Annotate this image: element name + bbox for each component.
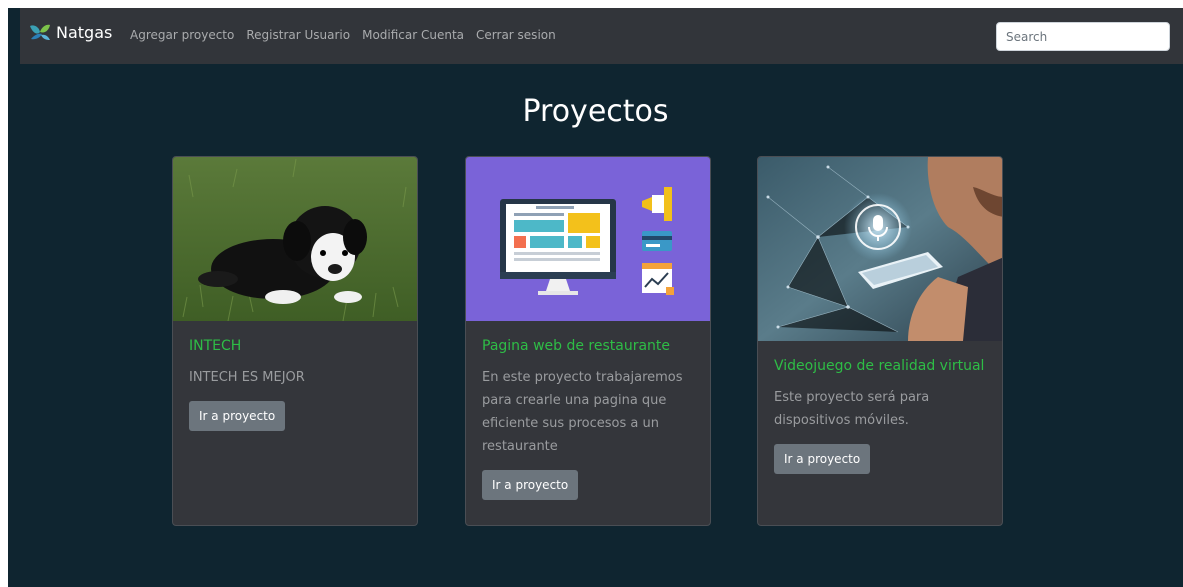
page-title: Proyectos [522,94,669,129]
search-input[interactable] [996,22,1170,51]
web-design-illustration [466,157,710,321]
page: Natgas Agregar proyecto Registrar Usuari… [8,8,1183,587]
nav-link-cerrar-sesion[interactable]: Cerrar sesion [476,28,556,42]
card-description: Este proyecto será para dispositivos móv… [774,390,930,428]
card-title: Pagina web de restaurante [482,338,671,354]
brand-name: Natgas [56,22,113,42]
nav-link-agregar-proyecto[interactable]: Agregar proyecto [130,28,234,42]
brand[interactable]: Natgas [28,22,112,42]
nav-link-modificar-cuenta[interactable]: Modificar Cuenta [362,28,464,42]
card-body: Pagina web de restaurante En este proyec… [482,337,696,500]
ir-a-proyecto-button[interactable]: Ir a proyecto [774,444,871,474]
natgas-logo-icon [30,24,50,40]
project-card-videojuego: Videojuego de realidad virtual Este proy… [757,156,1003,526]
voice-assistant-phone-photo [758,157,1002,341]
nav-link-registrar-usuario[interactable]: Registrar Usuario [246,28,350,42]
puppy-on-grass-photo [173,157,417,321]
ir-a-proyecto-button[interactable]: Ir a proyecto [189,401,286,431]
nav-links: Agregar proyecto Registrar Usuario Modif… [130,28,568,42]
navbar: Natgas Agregar proyecto Registrar Usuari… [20,8,1183,64]
card-description: INTECH ES MEJOR [189,370,305,385]
ir-a-proyecto-button[interactable]: Ir a proyecto [482,470,579,500]
card-body: Videojuego de realidad virtual Este proy… [774,357,988,474]
project-card-intech: INTECH INTECH ES MEJOR Ir a proyecto [172,156,418,526]
card-title: Videojuego de realidad virtual [774,358,985,374]
card-title: INTECH [189,338,242,354]
card-body: INTECH INTECH ES MEJOR Ir a proyecto [189,337,403,431]
project-card-restaurante: Pagina web de restaurante En este proyec… [465,156,711,526]
card-description: En este proyecto trabajaremos para crear… [482,370,683,454]
